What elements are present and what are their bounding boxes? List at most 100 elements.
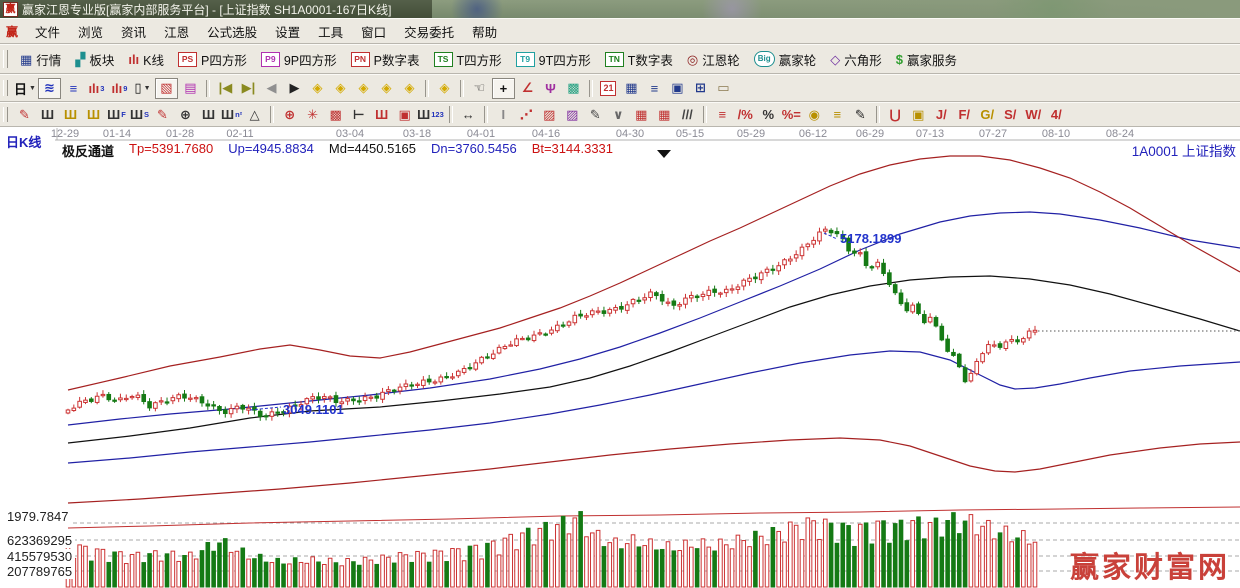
snowflake-tool-button[interactable]: ✳	[302, 105, 323, 124]
ink-pen-button[interactable]: ✎	[850, 105, 871, 124]
grid-red-button[interactable]: ▦	[631, 105, 652, 124]
expand-button[interactable]: ◈	[399, 79, 420, 98]
last-page-button[interactable]: ▶|	[238, 79, 259, 98]
divine-tick-button[interactable]: ⊢	[348, 105, 369, 124]
maze-tool-button[interactable]: ▩	[563, 79, 584, 98]
brush-tool-button[interactable]: ✎	[14, 105, 35, 124]
menu-window[interactable]: 窗口	[352, 20, 395, 43]
target-tool-button[interactable]: ⊕	[279, 105, 300, 124]
shen-slash-button[interactable]: S/	[1000, 105, 1021, 124]
ruler-comb-button[interactable]: Ш 123	[417, 105, 444, 124]
menu-tools[interactable]: 工具	[309, 20, 352, 43]
gold-line-button[interactable]: ≡	[827, 105, 848, 124]
color-histogram-button[interactable]: ▤	[180, 79, 201, 98]
transfer-button[interactable]: ⊞	[690, 79, 711, 98]
menu-formula-stock-pick[interactable]: 公式选股	[198, 20, 266, 43]
9p-square-button[interactable]: P9 9P四方形	[254, 49, 344, 70]
slash-lines-button[interactable]: ///	[677, 105, 698, 124]
win-box-button[interactable]: ▣	[394, 105, 415, 124]
gann-wheel-button[interactable]: ◎ 江恩轮	[680, 49, 747, 70]
gold-box-button-icon: ▣	[912, 106, 925, 122]
menu-gann[interactable]: 江恩	[155, 20, 198, 43]
pan-button[interactable]: ◈	[434, 79, 455, 98]
f-slash-button[interactable]: F/	[954, 105, 975, 124]
menu-news[interactable]: 资讯	[112, 20, 155, 43]
zoom-x-button[interactable]: ◈	[353, 79, 374, 98]
sail-tool-button[interactable]: △	[244, 105, 265, 124]
n2-comb-button[interactable]: Шn²	[221, 105, 242, 124]
circle-comb-button[interactable]: ⊕	[175, 105, 196, 124]
percent-eq-button[interactable]: %=	[781, 105, 802, 124]
win-slash-button[interactable]: W/	[1023, 105, 1044, 124]
percent-slash-button[interactable]: /%	[735, 105, 756, 124]
p-square-button[interactable]: PS P四方形	[171, 49, 254, 70]
kline-button[interactable]: ılı K线	[121, 49, 171, 70]
first-page-button[interactable]: |◀	[215, 79, 236, 98]
menu-settings[interactable]: 设置	[266, 20, 309, 43]
calendar-button[interactable]: 21	[598, 79, 619, 98]
candle-type-dropdown[interactable]: ▯ ▼	[132, 79, 153, 98]
bar-ratio-button[interactable]: ≡	[712, 105, 733, 124]
shen-comb-button[interactable]: Ш	[371, 105, 392, 124]
percent-button[interactable]: %	[758, 105, 779, 124]
grid-3-button[interactable]: ılı 3	[86, 79, 107, 98]
grid-9-button[interactable]: ılı 9	[109, 79, 130, 98]
comb-tool-button[interactable]: Ш	[37, 105, 58, 124]
notes-button[interactable]: ≡	[644, 79, 665, 98]
kline-chart-canvas[interactable]	[0, 127, 1240, 588]
menu-trade-orders[interactable]: 交易委托	[395, 20, 463, 43]
info-panel-button[interactable]: ≡	[63, 79, 84, 98]
system-button[interactable]: ▭	[713, 79, 734, 98]
p-table-button-icon: PN	[350, 51, 370, 67]
crosshair-tool-button[interactable]: +	[491, 77, 515, 99]
fork-tool-button[interactable]: Ψ	[540, 79, 561, 98]
red-grid-tool-button[interactable]: ▩	[325, 105, 346, 124]
gold-comb-button[interactable]: Ш	[60, 105, 81, 124]
compress-button[interactable]: ◈	[376, 79, 397, 98]
t-square-button[interactable]: TS T四方形	[427, 49, 509, 70]
t-table-button[interactable]: TN T数字表	[598, 49, 680, 70]
width-tool-button[interactable]: ↔	[458, 105, 479, 124]
menu-file[interactable]: 文件	[26, 20, 69, 43]
j-slash-button[interactable]: J/	[931, 105, 952, 124]
spiral-comb-button[interactable]: ШS	[129, 105, 150, 124]
v-dash-button[interactable]: ∨	[608, 105, 629, 124]
ray-fan-button[interactable]: ⋰	[516, 105, 537, 124]
title-bar[interactable]: 赢 赢家江恩专业版[赢家内部服务平台] - [上证指数 SH1A0001-167…	[0, 0, 1240, 18]
shift-right-button[interactable]: ◈	[330, 79, 351, 98]
gold-box-button[interactable]: ▣	[908, 105, 929, 124]
prev-bar-button[interactable]: ◀	[261, 79, 282, 98]
hand-tool-button[interactable]: ☜	[469, 79, 490, 98]
winner-service-button[interactable]: $ 赢家服务	[889, 49, 964, 70]
cup-tool-button[interactable]: ⋃	[885, 105, 906, 124]
pencil-line-button[interactable]: ✎	[585, 105, 606, 124]
grid-red-2-button[interactable]: ▦	[654, 105, 675, 124]
sectors-button[interactable]: ▞ 板块	[68, 49, 121, 70]
four-slash-button[interactable]: 4/	[1046, 105, 1067, 124]
purple-fan-button[interactable]: ▨	[562, 105, 583, 124]
angle-tool-button[interactable]: ∠	[517, 79, 538, 98]
p-table-button[interactable]: PN P数字表	[344, 49, 427, 70]
f-comb-button[interactable]: ШF	[106, 105, 127, 124]
menu-browse[interactable]: 浏览	[69, 20, 112, 43]
winner-wheel-button[interactable]: Big 赢家轮	[747, 49, 824, 70]
hexagon-button[interactable]: ◇ 六角形	[823, 49, 889, 70]
shift-left-button[interactable]: ◈	[307, 79, 328, 98]
9t-square-button[interactable]: T9 9T四方形	[509, 49, 598, 70]
quotes-button[interactable]: ▦ 行情	[13, 49, 68, 70]
plain-comb-button[interactable]: Ш	[198, 105, 219, 124]
four-slash-button-icon: 4/	[1050, 107, 1062, 122]
frame-tool-button[interactable]: I	[493, 105, 514, 124]
period-day-dropdown[interactable]: 日 ▼	[14, 79, 36, 98]
box-fan-button[interactable]: ▨	[539, 105, 560, 124]
gold-circle-button[interactable]: ◉	[804, 105, 825, 124]
chart-layout-button[interactable]: ≋	[37, 77, 61, 99]
next-bar-button[interactable]: ▶	[284, 79, 305, 98]
red-brush-button[interactable]: ✎	[152, 105, 173, 124]
gold-comb-2-button[interactable]: Ш	[83, 105, 104, 124]
pattern-search-button[interactable]: ▧	[154, 77, 178, 99]
save-button[interactable]: ▣	[667, 79, 688, 98]
menu-help[interactable]: 帮助	[463, 20, 506, 43]
gold-slash-button[interactable]: G/	[977, 105, 998, 124]
calculator-button[interactable]: ▦	[621, 79, 642, 98]
